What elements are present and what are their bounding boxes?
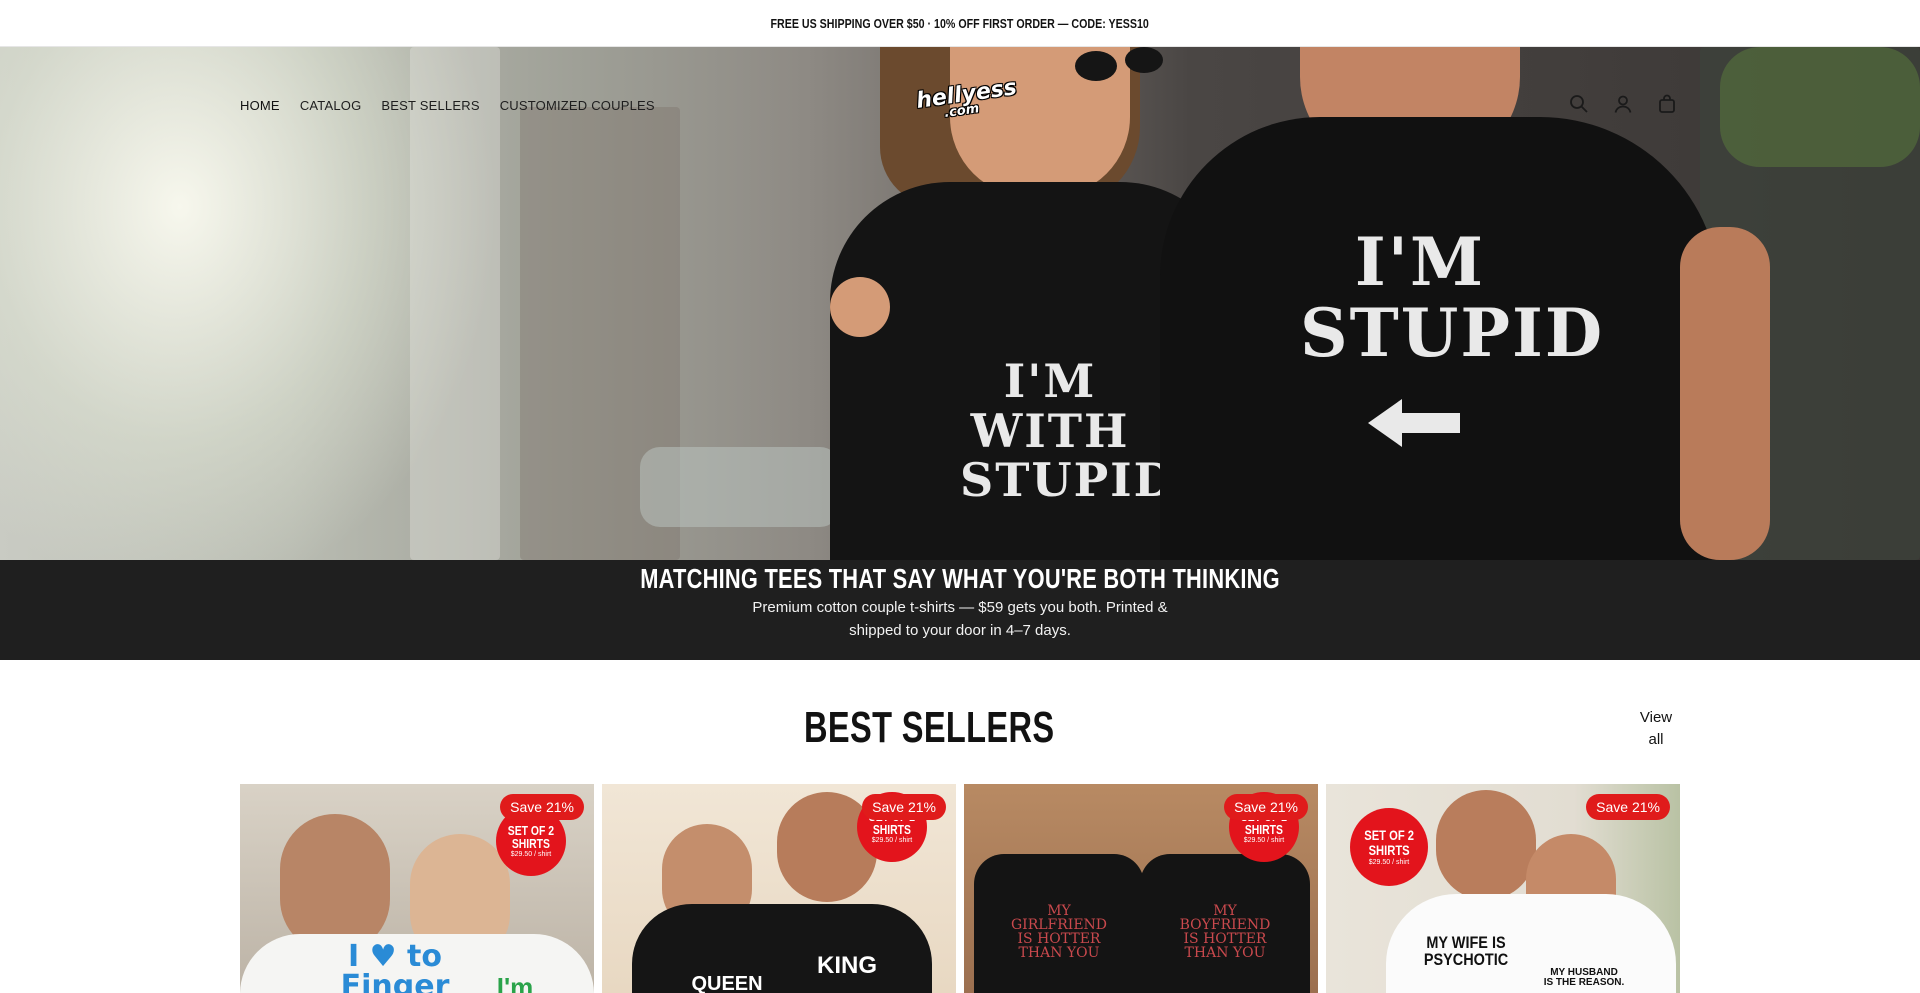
search-icon[interactable]	[1568, 93, 1590, 115]
background-tree	[1720, 47, 1920, 167]
product-print-right: MY BOYFRIEND IS HOTTER THAN YOU	[1179, 903, 1271, 961]
main-nav: HOME CATALOG BEST SELLERS CUSTOMIZED COU…	[240, 98, 655, 113]
product-print-left: QUEEN	[691, 973, 763, 993]
product-card[interactable]: QUEEN KING SET OF 2 SHIRTS $29.50 / shir…	[602, 784, 956, 993]
announcement-text: FREE US SHIPPING OVER $50 · 10% OFF FIRS…	[770, 15, 1150, 31]
product-card[interactable]: MY WIFE IS PSYCHOTIC MY HUSBAND IS THE R…	[1326, 784, 1680, 993]
hero-banner: I'M WITH STUPID I'M STUPID HOME CATALOG …	[0, 47, 1920, 560]
sale-badge: Save 21%	[862, 794, 946, 820]
cart-icon[interactable]	[1656, 93, 1678, 115]
sale-badge: Save 21%	[1224, 794, 1308, 820]
product-print-left: I ♥ to Finger	[340, 939, 450, 993]
sunglasses-icon	[1075, 51, 1117, 81]
announcement-bar: FREE US SHIPPING OVER $50 · 10% OFF FIRS…	[0, 0, 1920, 47]
seal-price: $29.50 / shirt	[510, 850, 552, 858]
hero-heading: MATCHING TEES THAT SAY WHAT YOU'RE BOTH …	[640, 563, 1280, 594]
seal-title: SET OF 2 SHIRTS	[1364, 826, 1414, 858]
seal-price: $29.50 / shirt	[1243, 836, 1285, 844]
account-icon[interactable]	[1612, 93, 1634, 115]
nav-home[interactable]: HOME	[240, 98, 280, 113]
product-shirts	[632, 904, 932, 993]
sale-badge: Save 21%	[1586, 794, 1670, 820]
best-sellers-title: BEST SELLERS	[803, 703, 1055, 752]
site-logo[interactable]: hellyess .com	[915, 75, 1019, 121]
product-print-left: MY GIRLFRIEND IS HOTTER THAN YOU	[1010, 903, 1108, 961]
shirt-right-print: I'M STUPID	[1300, 223, 1605, 373]
product-print-left: MY WIFE IS PSYCHOTIC	[1423, 933, 1509, 969]
sale-badge: Save 21%	[500, 794, 584, 820]
product-model	[280, 814, 390, 954]
seal-title: SET OF 2 SHIRTS	[507, 822, 555, 851]
seal-price: $29.50 / shirt	[871, 836, 913, 844]
set-of-2-seal: SET OF 2 SHIRTS $29.50 / shirt	[1350, 808, 1428, 886]
woman-hand	[830, 277, 890, 337]
best-sellers-header: BEST SELLERS	[0, 703, 1858, 753]
arrow-left-icon	[1368, 399, 1460, 447]
background-building	[410, 47, 500, 560]
hero-caption: MATCHING TEES THAT SAY WHAT YOU'RE BOTH …	[0, 560, 1920, 660]
product-card[interactable]: I ♥ to Finger I'm SET OF 2 SHIRTS $29.50…	[240, 784, 594, 993]
product-print-right: I'm	[496, 972, 534, 993]
header-icons	[1568, 93, 1678, 115]
product-model	[1436, 790, 1536, 900]
man-arm	[1680, 227, 1770, 560]
nav-best-sellers[interactable]: BEST SELLERS	[381, 98, 479, 113]
shirt-left-print: I'M WITH STUPID	[960, 354, 1176, 508]
sunglasses-icon	[1125, 47, 1163, 73]
hero-subtext: Premium cotton couple t-shirts — $59 get…	[752, 599, 1168, 639]
product-print-right: KING	[817, 952, 877, 979]
nav-customized-couples[interactable]: CUSTOMIZED COUPLES	[500, 98, 655, 113]
product-card[interactable]: MY GIRLFRIEND IS HOTTER THAN YOU MY BOYF…	[964, 784, 1318, 993]
product-grid: I ♥ to Finger I'm SET OF 2 SHIRTS $29.50…	[240, 784, 1680, 993]
seal-price: $29.50 / shirt	[1368, 858, 1410, 866]
product-print-right: MY HUSBAND IS THE REASON.	[1543, 967, 1625, 988]
background-car	[640, 447, 840, 527]
view-all-link[interactable]: View all	[1636, 707, 1676, 751]
nav-catalog[interactable]: CATALOG	[300, 98, 362, 113]
